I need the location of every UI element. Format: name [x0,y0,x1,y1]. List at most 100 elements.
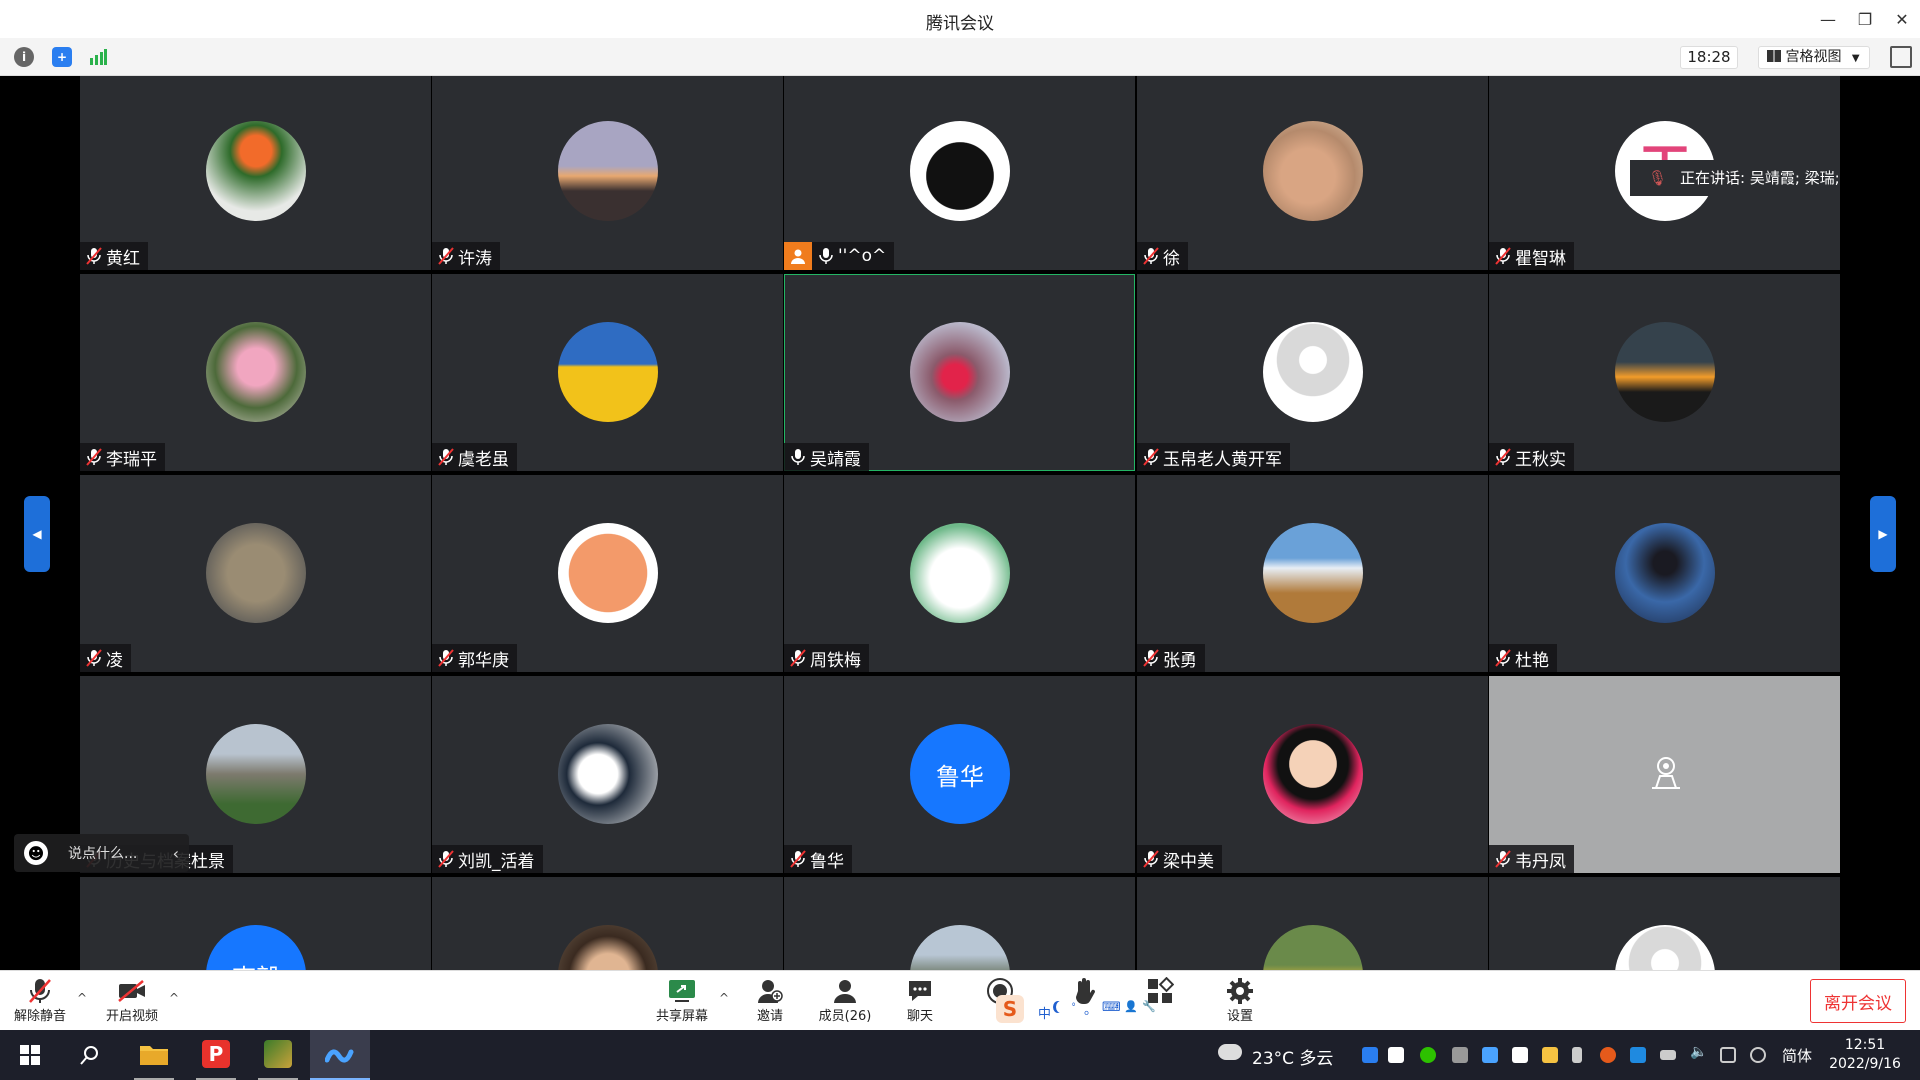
control-bar: 解除静音 ^ 开启视频 ^ 共享屏幕 ^ 邀请 成员(26) 聊天 S 中 ﾟ … [0,970,1920,1030]
participant-tile[interactable]: 许涛 [432,76,783,270]
avatar [1263,322,1363,422]
collapse-chevron-icon[interactable]: ‹ [173,844,179,863]
avatar [206,523,306,623]
host-badge-icon [784,242,812,270]
video-stage: 黄红许涛''^o^徐玉瞿智琳李瑞平虞老虽吴靖霞玉帛老人黄开军王秋实凌郭华庚周铁梅… [0,76,1920,970]
participant-tile[interactable]: 郭华庚 [432,475,783,672]
participant-tile[interactable]: 凌 [80,475,431,672]
mic-muted-icon [438,448,454,466]
signal-icon[interactable] [88,47,108,67]
tray-pin-icon[interactable] [1362,1047,1378,1063]
fullscreen-icon[interactable] [1890,46,1912,68]
members-icon [830,977,860,1005]
start-video-label: 开启视频 [105,1009,158,1024]
input-language[interactable]: 简体 [1782,1045,1812,1066]
participant-nametag: 李瑞平 [80,443,165,471]
participant-tile[interactable]: 李毅 [80,877,431,970]
ime-moon-icon[interactable] [1056,1001,1066,1013]
participant-tile[interactable] [1137,877,1488,970]
settings-label: 设置 [1226,1009,1253,1024]
participant-tile[interactable]: 鲁华 鲁华 [784,676,1135,873]
microphone-icon[interactable] [1572,1047,1582,1063]
participant-tile[interactable]: 周铁梅 [784,475,1135,672]
participant-tile[interactable]: 黄红 [80,76,431,270]
tray-sync-icon[interactable] [1750,1047,1766,1063]
video-off-icon [117,977,147,1005]
share-options-caret[interactable]: ^ [719,991,729,1005]
restore-button[interactable]: ❐ [1845,0,1885,38]
tray-app-icon[interactable] [1542,1047,1558,1063]
participant-name: 梁中美 [1163,851,1214,872]
file-explorer-icon[interactable] [134,1030,174,1080]
qq-icon[interactable] [1600,1047,1616,1063]
audio-options-caret[interactable]: ^ [77,991,87,1005]
shield-icon[interactable] [1452,1047,1468,1063]
close-button[interactable]: ✕ [1882,0,1920,38]
participant-tile[interactable]: 玉帛老人黄开军 [1137,274,1488,471]
participant-tile[interactable]: 虞老虽 [432,274,783,471]
next-page-button[interactable]: ▶ [1870,496,1896,572]
participant-tile[interactable]: ''^o^ [784,76,1135,270]
share-screen-button[interactable]: 共享屏幕 [652,977,712,1029]
ime-tool-icon[interactable]: 🔧 [1142,1000,1156,1013]
tencent-meeting-taskbar-icon[interactable] [310,1030,370,1080]
weather-text[interactable]: 23°C 多云 [1252,1044,1333,1069]
participant-tile[interactable]: 王秋实 [1489,274,1840,471]
start-video-button[interactable]: 开启视频 [102,977,162,1029]
participant-tile[interactable]: 徐 [1137,76,1488,270]
ime-chinese-mode[interactable]: 中 [1038,1003,1051,1022]
mic-muted-icon [790,649,806,667]
network-icon[interactable] [1720,1047,1736,1063]
participant-tile[interactable] [1489,877,1840,970]
search-icon[interactable] [70,1030,110,1080]
grid-view-label: 宫格视图 [1785,49,1842,65]
participant-tile[interactable]: 吴靖霞 [784,274,1135,471]
sogou-ime-icon[interactable]: S [996,995,1024,1023]
tray-blue-icon[interactable] [1630,1047,1646,1063]
ime-halfwidth-symbol[interactable]: ﾟ [1072,999,1079,1018]
participant-name: ''^o^ [838,246,887,266]
tray-meeting-icon[interactable] [1482,1047,1498,1063]
battery-icon[interactable] [1660,1050,1676,1060]
security-shield-icon[interactable]: + [52,47,72,67]
system-clock[interactable]: 12:51 2022/9/16 [1815,1036,1915,1074]
chat-button[interactable]: 聊天 [900,977,940,1029]
participant-nametag: 许涛 [432,242,500,270]
participant-tile[interactable] [784,877,1135,970]
ime-punct-symbol[interactable]: 。 [1084,999,1097,1018]
participant-tile[interactable]: 刘凯_活着 [432,676,783,873]
volume-icon[interactable]: 🔈 [1690,1044,1707,1060]
participant-tile[interactable]: 张勇 [1137,475,1488,672]
game-app-icon[interactable] [258,1030,298,1080]
windows-start-icon[interactable] [10,1030,50,1080]
ime-keyboard-icon[interactable]: ⌨ [1102,1000,1121,1015]
tray-security-icon[interactable] [1512,1047,1528,1063]
unmute-button[interactable]: 解除静音 [12,977,68,1029]
info-icon[interactable]: i [14,47,34,67]
leave-meeting-button[interactable]: 离开会议 [1810,979,1906,1023]
grid-view-dropdown[interactable]: 宫格视图 ▼ [1758,46,1870,69]
emoji-icon[interactable]: ☻ [24,841,48,865]
invite-button[interactable]: 邀请 [750,977,790,1029]
quick-chat: ☻ 说点什么... ‹ [14,834,189,872]
members-button[interactable]: 成员(26) [815,977,875,1029]
tray-grid-icon[interactable] [1388,1047,1404,1063]
video-options-caret[interactable]: ^ [169,991,179,1005]
participant-tile[interactable]: 李瑞平 [80,274,431,471]
settings-button[interactable]: 设置 [1220,977,1260,1029]
ime-user-icon[interactable]: 👤 [1124,1000,1138,1013]
minimize-button[interactable]: — [1808,0,1848,38]
windows-taskbar: P 23°C 多云 🔈 简体 12:51 2022/9/16 [0,1030,1920,1080]
chat-input[interactable]: 说点什么... [68,843,173,863]
avatar [1263,523,1363,623]
participant-tile[interactable]: 杜艳 [1489,475,1840,672]
participant-tile[interactable]: 韦丹凤 [1489,676,1840,873]
prev-page-button[interactable]: ◀ [24,496,50,572]
weather-icon [1218,1044,1242,1060]
wps-presentation-icon[interactable]: P [196,1030,236,1080]
participant-nametag: 刘凯_活着 [432,845,543,873]
participant-tile[interactable]: 梁中美 [1137,676,1488,873]
speaking-label: 正在讲话: 吴靖霞; 梁瑞; [1680,169,1840,187]
wechat-icon[interactable] [1420,1047,1436,1063]
participant-tile[interactable] [432,877,783,970]
